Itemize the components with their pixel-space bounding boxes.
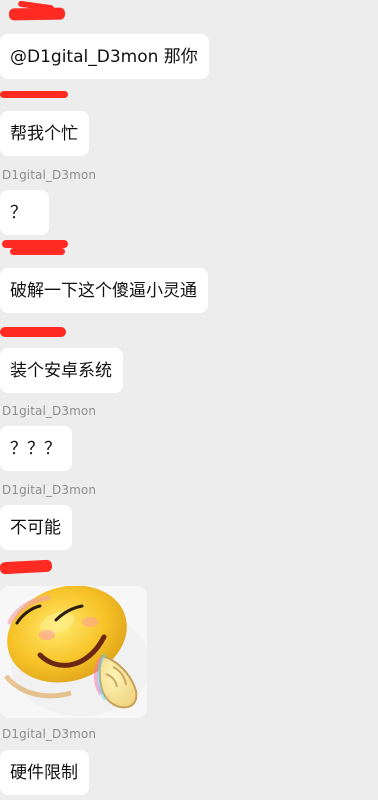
message-bubble[interactable]: ？ [0,190,49,235]
smiley-face-icon [0,586,147,718]
sender-name: D1gital_D3mon [2,483,97,497]
sender-name: D1gital_D3mon [2,404,97,418]
message-bubble[interactable]: @D1gital_D3mon 那你 [0,34,209,79]
sticker-message[interactable] [0,586,147,718]
redacted-sender-name [2,240,68,248]
redacted-sender-name [8,7,66,21]
message-bubble[interactable]: 破解一下这个傻逼小灵通 [0,268,208,313]
message-bubble[interactable]: 不可能 [0,505,72,550]
redacted-sender-name [10,248,65,255]
chat-thread: @D1gital_D3mon 那你 帮我个忙 D1gital_D3mon ？ 破… [0,0,378,800]
redacted-sender-name [0,327,66,337]
sender-name: D1gital_D3mon [2,168,97,182]
sender-name: D1gital_D3mon [2,727,97,741]
message-bubble[interactable]: 硬件限制 [0,750,89,795]
message-bubble[interactable]: 装个安卓系统 [0,348,123,393]
message-bubble[interactable]: 帮我个忙 [0,111,89,156]
redacted-sender-name [0,91,68,98]
message-bubble[interactable]: ？？？ [0,426,72,471]
redacted-sender-name [0,559,53,575]
